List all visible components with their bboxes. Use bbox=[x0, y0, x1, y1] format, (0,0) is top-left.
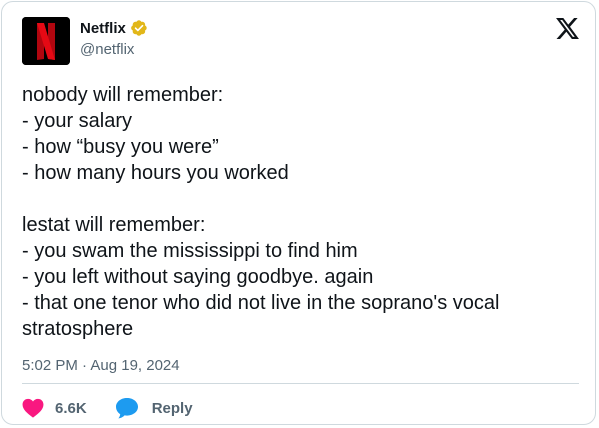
reply-label: Reply bbox=[151, 399, 193, 417]
like-count: 6.6K bbox=[55, 399, 87, 417]
author-display-name[interactable]: Netflix bbox=[80, 20, 126, 37]
divider bbox=[22, 383, 579, 384]
netflix-n-logo-icon bbox=[22, 17, 70, 65]
netflix-logo-avatar[interactable] bbox=[22, 17, 70, 65]
tweet-card: Netflix @netflix nobody will remember: -… bbox=[1, 1, 596, 425]
author-name-row: Netflix bbox=[80, 17, 148, 39]
tweet-actions: 6.6K Reply bbox=[22, 396, 193, 420]
verified-badge-icon bbox=[130, 20, 147, 36]
heart-icon bbox=[22, 398, 44, 418]
x-logo-icon[interactable] bbox=[556, 18, 579, 39]
tweet-text: nobody will remember: - your salary - ho… bbox=[22, 84, 500, 340]
author-handle[interactable]: @netflix bbox=[80, 41, 134, 58]
tweet-timestamp[interactable]: 5:02 PM · Aug 19, 2024 bbox=[22, 357, 180, 374]
reply-button[interactable]: Reply bbox=[115, 397, 193, 419]
speech-bubble-icon bbox=[115, 398, 138, 419]
like-button[interactable]: 6.6K bbox=[22, 398, 87, 418]
